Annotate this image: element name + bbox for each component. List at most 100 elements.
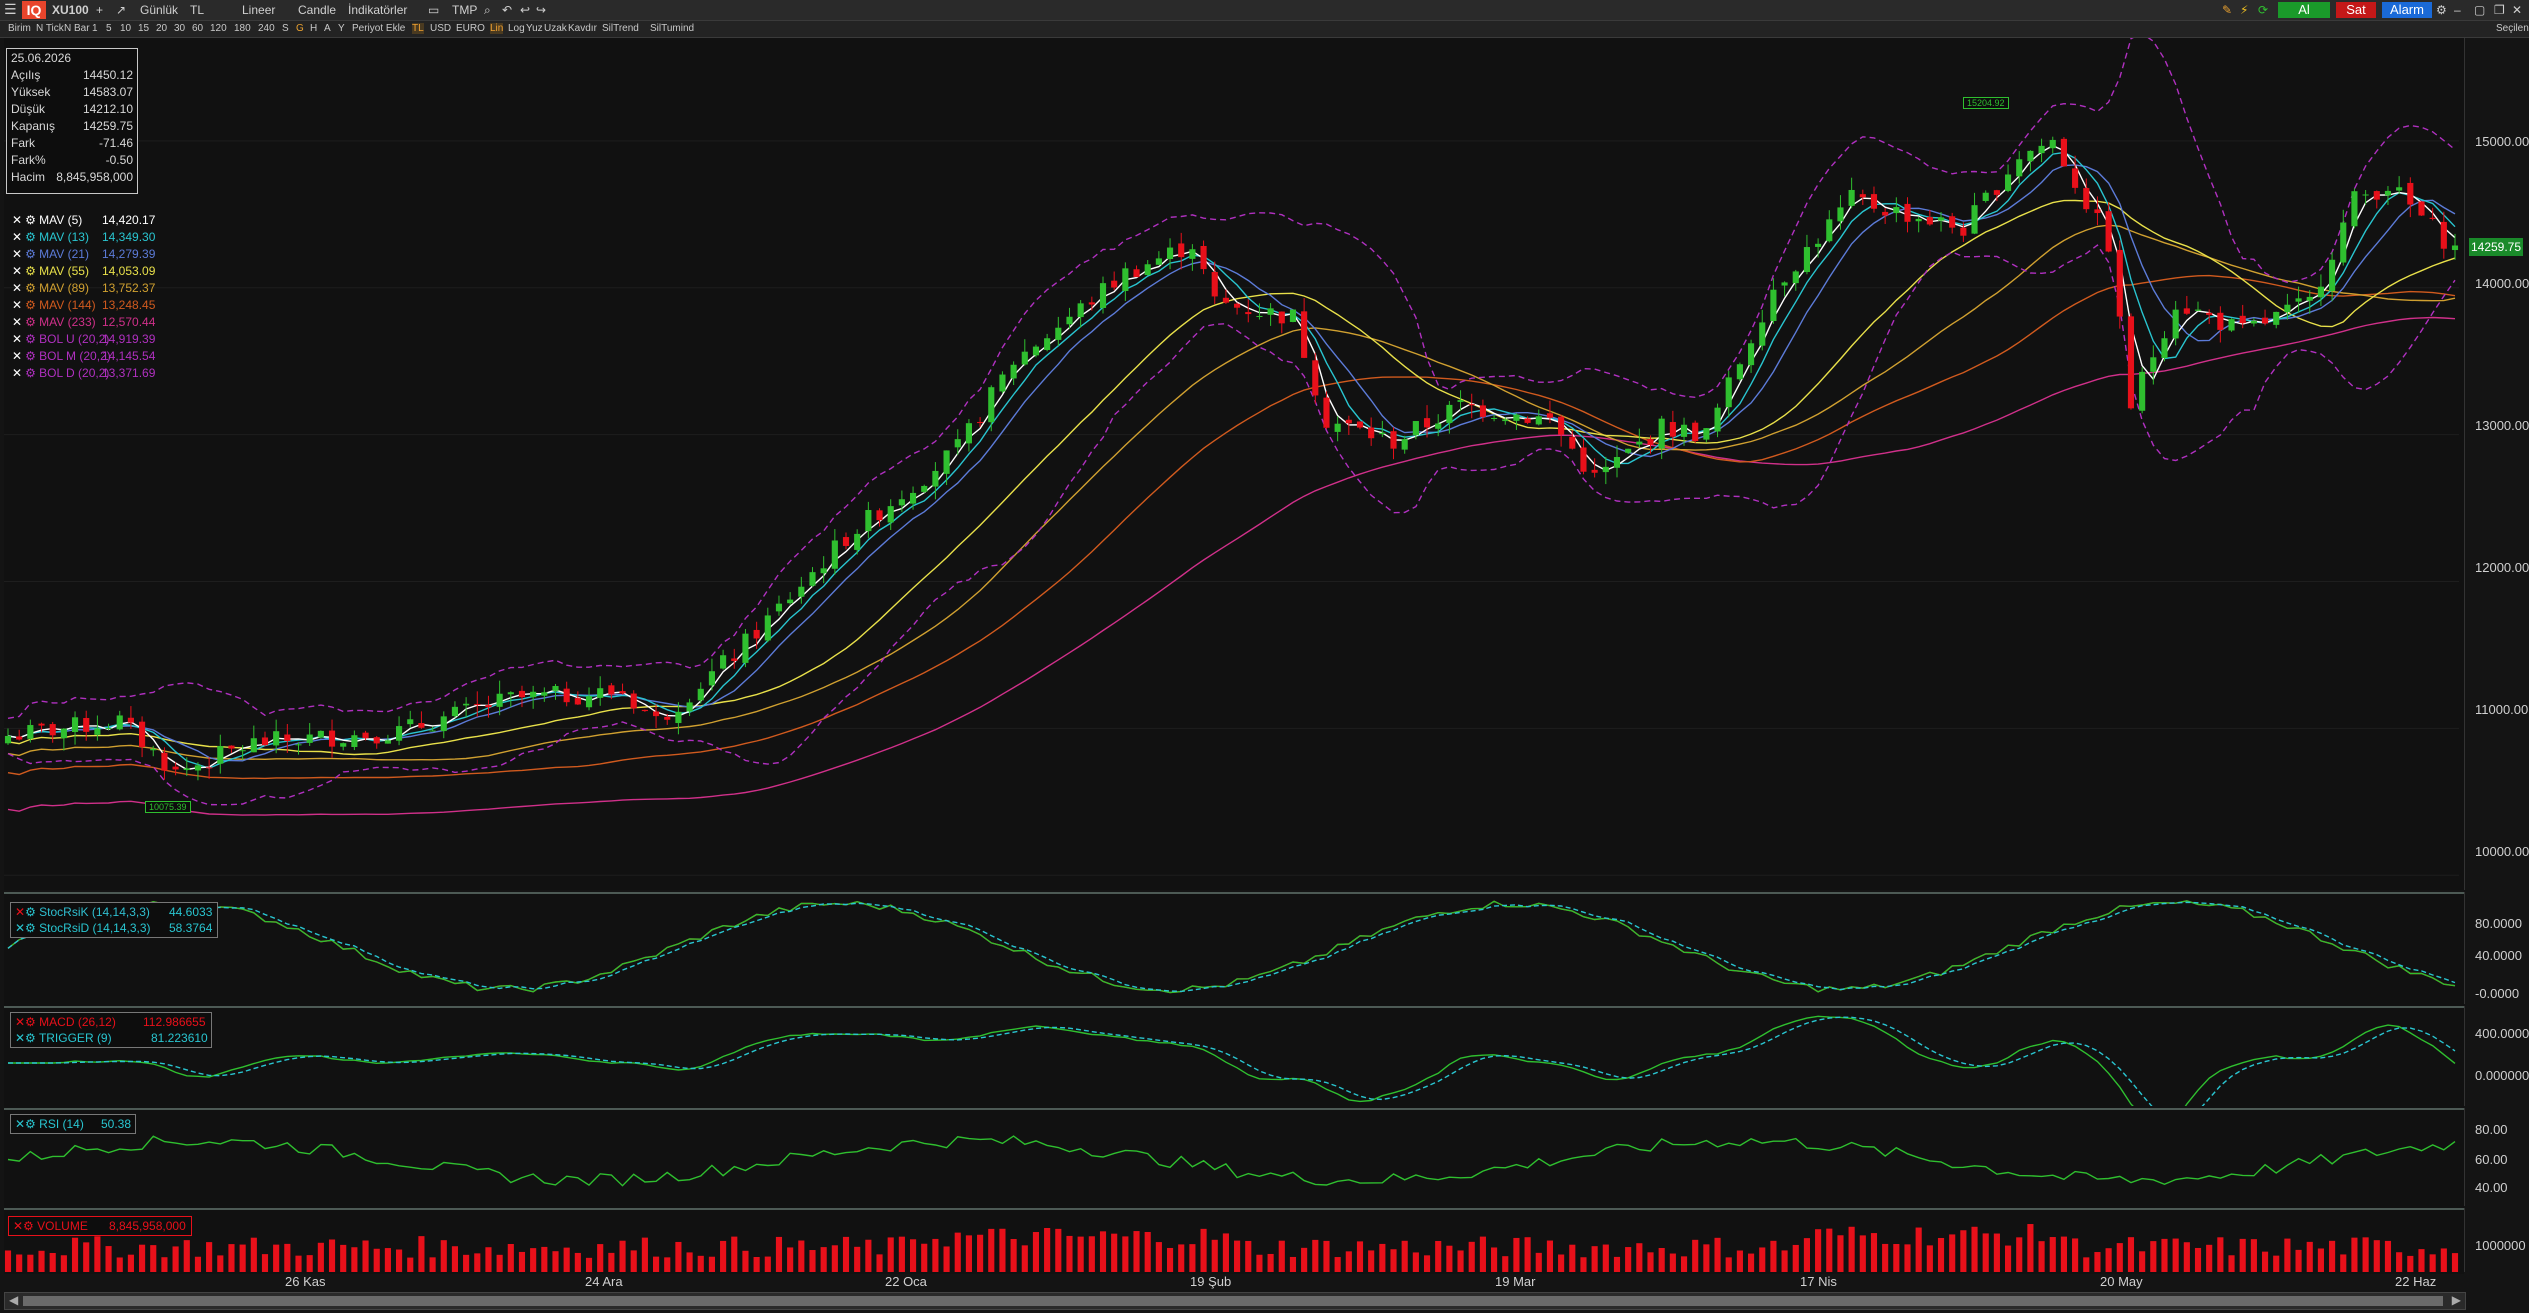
legend-item[interactable]: ✕ ⚙ MAV (89) 13,752.37 xyxy=(12,281,155,297)
price-chart[interactable] xyxy=(4,32,2464,890)
scroll-thumb[interactable] xyxy=(23,1296,2443,1306)
legend-item[interactable]: ✕ ⚙ BOL U (20,2) 14,919.39 xyxy=(12,332,155,348)
forward-icon[interactable]: ↪ xyxy=(536,3,546,17)
macd-panel[interactable] xyxy=(4,1006,2464,1130)
stoch-axis[interactable]: 80.0000 40.0000 -0.0000 xyxy=(2464,892,2529,1004)
volume-chart[interactable] xyxy=(4,1210,2464,1272)
period-option[interactable]: 180 xyxy=(234,23,251,34)
pencil-icon[interactable]: ✎ xyxy=(2222,3,2232,17)
volume-panel[interactable] xyxy=(4,1208,2464,1274)
period-option[interactable]: N Bar xyxy=(64,23,90,34)
zoom-icon[interactable]: ⌕ xyxy=(484,3,491,18)
legend-item[interactable]: ✕ ⚙ MAV (233) 12,570.44 xyxy=(12,315,155,331)
period-option[interactable]: 240 xyxy=(258,23,275,34)
period-option[interactable]: G xyxy=(296,23,304,34)
macd-axis[interactable]: 400.0000 0.000000 xyxy=(2464,1006,2529,1106)
maximize-icon[interactable]: ▢ xyxy=(2474,3,2485,17)
settings-icon[interactable]: ⚙ xyxy=(25,366,39,380)
settings-icon[interactable]: ⚙ xyxy=(25,281,39,295)
add-symbol-icon[interactable]: + xyxy=(96,3,103,17)
period-select[interactable]: Günlük xyxy=(140,3,178,17)
gear-icon[interactable]: ⚙ xyxy=(2436,3,2447,17)
folder-icon[interactable]: ▭ xyxy=(428,3,439,17)
period-option[interactable]: 60 xyxy=(192,23,203,34)
price-chart-panel[interactable] xyxy=(4,32,2464,890)
period-option[interactable]: 15 xyxy=(138,23,149,34)
settings-icon[interactable]: ⚙ xyxy=(25,315,39,329)
remove-icon[interactable]: ✕ xyxy=(12,264,22,278)
remove-icon[interactable]: ✕ xyxy=(12,315,22,329)
legend-item[interactable]: ✕ ⚙ BOL M (20,2) 14,145.54 xyxy=(12,349,155,365)
chart-style-select[interactable]: Candle xyxy=(298,3,336,17)
legend-item[interactable]: ✕ ⚙ MAV (55) 14,053.09 xyxy=(12,264,155,280)
period-option[interactable]: Log xyxy=(508,23,525,34)
remove-icon[interactable]: ✕ xyxy=(12,230,22,244)
period-option[interactable]: 20 xyxy=(156,23,167,34)
restore-icon[interactable]: ❐ xyxy=(2494,3,2505,17)
buy-button[interactable]: Al xyxy=(2278,2,2330,18)
flash-icon[interactable]: ⚡ xyxy=(2240,3,2248,17)
settings-icon[interactable]: ⚙ xyxy=(25,298,39,312)
settings-icon[interactable]: ⚙ xyxy=(25,332,39,346)
settings-icon[interactable]: ⚙ xyxy=(25,349,39,363)
remove-icon[interactable]: ✕ xyxy=(12,247,22,261)
period-option[interactable]: USD xyxy=(430,23,451,34)
settings-icon[interactable]: ⚙ xyxy=(25,264,39,278)
period-option[interactable]: 1 xyxy=(92,23,98,34)
undo-icon[interactable]: ↶ xyxy=(502,3,512,17)
rsi-chart[interactable] xyxy=(4,1110,2464,1206)
scroll-left-icon[interactable]: ◀ xyxy=(9,1293,18,1307)
alarm-button[interactable]: Alarm xyxy=(2382,2,2432,18)
period-option[interactable]: Yuz xyxy=(526,23,543,34)
period-option[interactable]: 120 xyxy=(210,23,227,34)
remove-icon[interactable]: ✕ xyxy=(12,332,22,346)
legend-item[interactable]: ✕ ⚙ MAV (5) 14,420.17 xyxy=(12,213,155,229)
macd-chart[interactable] xyxy=(4,1008,2464,1130)
period-option[interactable]: 10 xyxy=(120,23,131,34)
remove-icon[interactable]: ✕ xyxy=(12,349,22,363)
period-option[interactable]: S xyxy=(282,23,289,34)
symbol-field[interactable]: XU100 xyxy=(52,3,89,17)
remove-icon[interactable]: ✕ xyxy=(12,281,22,295)
period-option[interactable]: Birim xyxy=(8,23,31,34)
template-menu[interactable]: TMP xyxy=(452,3,477,17)
scroll-right-icon[interactable]: ▶ xyxy=(2452,1293,2461,1307)
period-option[interactable]: TL xyxy=(412,23,424,34)
menu-icon[interactable]: ☰ xyxy=(4,1,17,18)
period-option[interactable]: Lin xyxy=(490,23,504,34)
indicators-menu[interactable]: İndikatörler xyxy=(348,3,407,17)
period-option[interactable]: Y xyxy=(338,23,345,34)
settings-icon[interactable]: ⚙ xyxy=(25,247,39,261)
minimize-icon[interactable]: – xyxy=(2454,3,2461,17)
volume-axis[interactable]: 1000000 xyxy=(2464,1208,2529,1272)
rsi-panel[interactable] xyxy=(4,1108,2464,1208)
sell-button[interactable]: Sat xyxy=(2336,2,2376,18)
close-icon[interactable]: ✕ xyxy=(2512,3,2522,17)
period-option[interactable]: Uzak xyxy=(544,23,567,34)
period-option[interactable]: SilTrend xyxy=(602,23,639,34)
external-link-icon[interactable]: ↗ xyxy=(116,3,126,17)
period-option[interactable]: SilTumind xyxy=(650,23,694,34)
legend-item[interactable]: ✕ ⚙ MAV (13) 14,349.30 xyxy=(12,230,155,246)
remove-icon[interactable]: ✕ xyxy=(12,213,22,227)
period-option[interactable]: EURO xyxy=(456,23,485,34)
period-option[interactable]: H xyxy=(310,23,317,34)
period-option[interactable]: 5 xyxy=(106,23,112,34)
legend-item[interactable]: ✕ ⚙ MAV (21) 14,279.39 xyxy=(12,247,155,263)
price-axis[interactable]: 15000.00 14000.00 13000.00 12000.00 11000.00… xyxy=(2464,38,2529,890)
refresh-icon[interactable]: ⟳ xyxy=(2258,3,2268,17)
period-option[interactable]: Periyot Ekle xyxy=(352,23,405,34)
currency-select[interactable]: TL xyxy=(190,3,204,17)
stoch-panel[interactable] xyxy=(4,892,2464,1006)
horizontal-scrollbar[interactable]: ◀ ▶ xyxy=(4,1292,2466,1310)
rsi-axis[interactable]: 80.00 60.00 40.00 xyxy=(2464,1108,2529,1206)
legend-item[interactable]: ✕ ⚙ BOL D (20,2) 13,371.69 xyxy=(12,366,155,382)
remove-icon[interactable]: ✕ xyxy=(12,366,22,380)
scale-select[interactable]: Lineer xyxy=(242,3,275,17)
remove-icon[interactable]: ✕ xyxy=(12,298,22,312)
period-option[interactable]: N Tick xyxy=(36,23,64,34)
period-option[interactable]: 30 xyxy=(174,23,185,34)
period-option[interactable]: Kavdır xyxy=(568,23,597,34)
period-option[interactable]: A xyxy=(324,23,331,34)
stoch-chart[interactable] xyxy=(4,894,2464,1004)
